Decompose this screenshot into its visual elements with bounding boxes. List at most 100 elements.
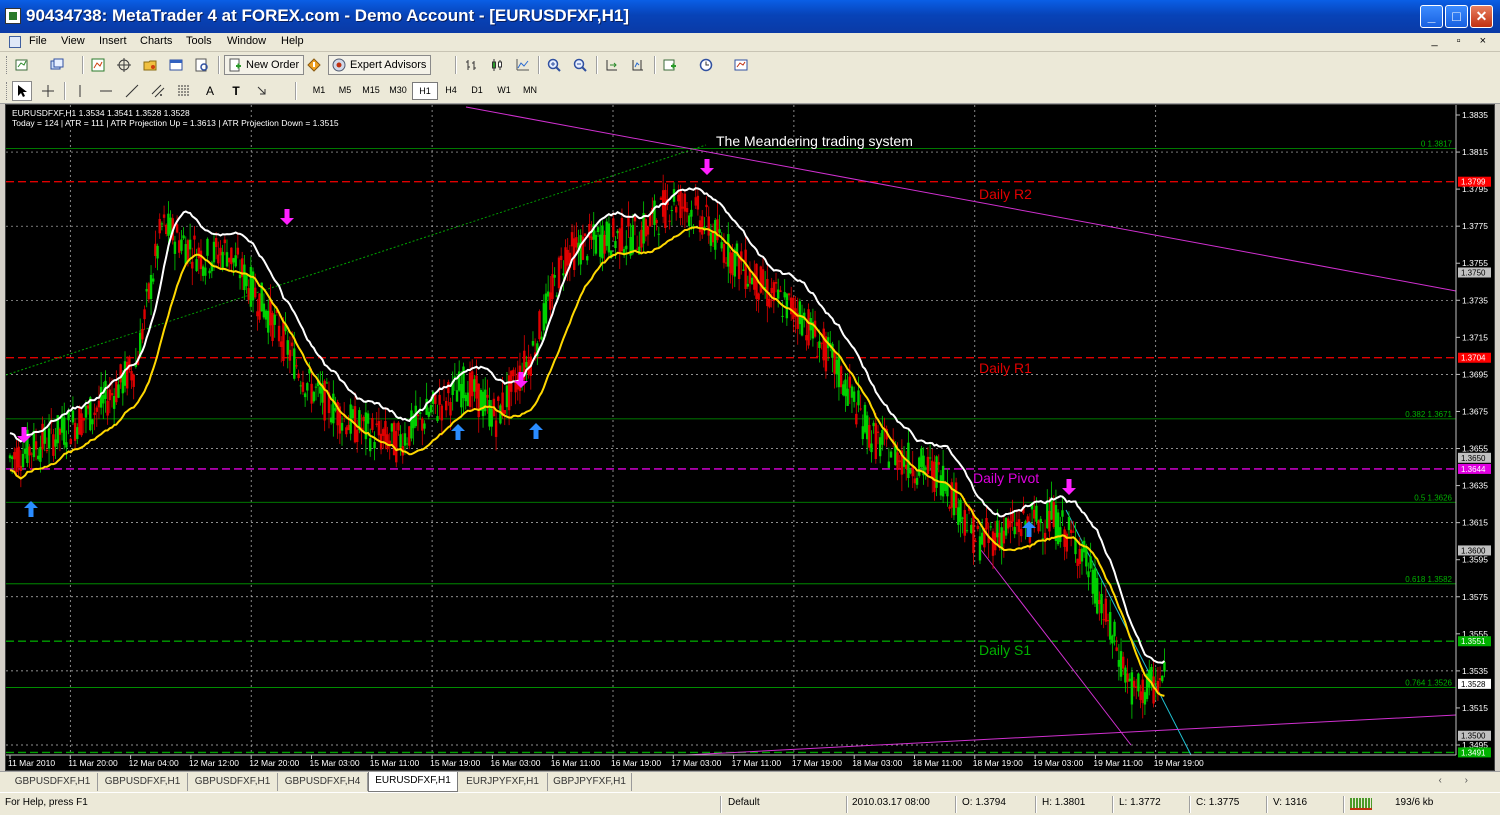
bar-chart-button[interactable] [461,55,481,75]
timeframe-m15[interactable]: M15 [358,82,384,100]
candle-body [635,248,639,250]
app-icon[interactable] [5,8,21,24]
arrows-button[interactable] [252,81,284,101]
timeframe-h4[interactable]: H4 [438,82,464,100]
profiles-button[interactable] [47,55,77,75]
trendline-button[interactable] [122,81,142,101]
cursor-button[interactable] [12,81,32,101]
timeframe-h1[interactable]: H1 [412,82,438,100]
tab-scroll-arrows[interactable]: ‹ › [1439,775,1478,786]
timeframe-d1[interactable]: D1 [464,82,490,100]
candle-body [670,210,674,212]
price-chart[interactable]: 0 1.3817 0.382 1.3671 0.5 1.3626 0.618 1.35… [5,105,1494,770]
timeframe-w1[interactable]: W1 [491,82,517,100]
zoom-in-button[interactable] [544,55,564,75]
periods-button[interactable] [696,55,726,75]
candle-body [976,525,980,530]
candle-body [236,247,240,255]
minimize-button[interactable]: _ [1420,5,1443,28]
candle-body [444,400,448,411]
auto-scroll-button[interactable] [602,55,622,75]
text-label-button[interactable]: T [226,81,246,101]
chart-window[interactable]: 0 1.3817 0.382 1.3671 0.5 1.3626 0.618 1.35… [5,104,1495,771]
timeframe-m5[interactable]: M5 [332,82,358,100]
candle-body [440,405,444,421]
menu-insert[interactable]: Insert [99,35,127,47]
strategy-tester-button[interactable] [192,55,212,75]
indicators-button[interactable] [660,55,690,75]
tab-gbpusd-h4[interactable]: GBPUSDFXF,H4 [278,773,368,791]
new-chart-button[interactable] [12,55,42,75]
templates-button[interactable] [731,55,761,75]
candle-body [234,255,237,267]
mdi-window-controls[interactable]: _ ▫ × [1431,35,1494,47]
price-tag-label: 1.3704 [1461,354,1486,363]
candle-body [384,421,387,443]
tab-eurjpy-h1[interactable]: EURJPYFXF,H1 [458,773,548,791]
candlesticks-button[interactable] [487,55,507,75]
traffic: 193/6 kb [1395,797,1434,808]
tab-gbpusd-h1-2[interactable]: GBPUSDFXF,H1 [98,773,188,791]
navigator-button[interactable] [140,55,160,75]
timeframe-m30[interactable]: M30 [385,82,411,100]
horizontal-line-button[interactable] [96,81,116,101]
toolbar-grip[interactable] [6,56,9,74]
candle-body [1152,676,1155,704]
candle-body [683,193,687,212]
channel-button[interactable] [148,81,168,101]
maximize-button[interactable]: □ [1445,5,1468,28]
chart-shift-button[interactable] [628,55,648,75]
text-tool-button[interactable]: A [200,81,220,101]
document-icon[interactable] [9,36,21,48]
candle-body [818,341,821,348]
menu-file[interactable]: File [29,35,47,47]
price-tick-label: 1.3735 [1462,295,1488,305]
line-chart-button[interactable] [513,55,533,75]
tab-gbpjpy-h1[interactable]: GBPJPYFXF,H1 [548,773,632,791]
candle-body [648,215,652,227]
templates-icon [734,59,748,71]
candle-body [1108,612,1112,640]
candle-body [280,341,283,348]
zoom-out-button[interactable] [570,55,590,75]
candle-body [965,530,969,532]
time-tick-label: 15 Mar 11:00 [370,758,420,768]
new-order-label: New Order [246,59,300,71]
tab-eurusd-h1[interactable]: EURUSDFXF,H1 [368,772,458,792]
profile-name[interactable]: Default [728,797,760,808]
candle-body [247,288,250,300]
close-button[interactable]: ✕ [1470,5,1493,28]
new-order-button[interactable]: New Order [224,55,305,75]
candle-body [978,536,982,561]
candle-body [750,277,754,285]
candle-body [839,366,843,388]
menu-help[interactable]: Help [281,35,304,47]
title-bar[interactable]: 90434738: MetaTrader 4 at FOREX.com - De… [0,0,1500,33]
fibonacci-button[interactable] [174,81,194,101]
menu-charts[interactable]: Charts [140,35,172,47]
menu-view[interactable]: View [61,35,85,47]
candle-body [909,469,912,474]
data-window-button[interactable] [114,55,134,75]
candle-body [408,426,411,446]
candle-body [162,214,166,218]
candle-body [564,247,567,275]
market-watch-button[interactable] [88,55,108,75]
tab-gbpusd-h1[interactable]: GBPUSDFXF,H1 [8,773,98,791]
candle-body [147,283,151,300]
crosshair-button[interactable] [38,81,58,101]
menu-window[interactable]: Window [227,35,266,47]
candle-body [17,446,20,468]
terminal-button[interactable] [166,55,186,75]
vertical-line-button[interactable] [70,81,90,101]
candle-body [937,462,940,465]
candle-body [84,405,88,418]
tab-gbpusd-h1-3[interactable]: GBPUSDFXF,H1 [188,773,278,791]
expert-advisors-button[interactable]: Expert Advisors [328,55,432,75]
timeframe-mn[interactable]: MN [517,82,543,100]
candle-body [505,385,509,408]
toolbar-grip[interactable] [6,82,9,100]
menu-tools[interactable]: Tools [186,35,212,47]
metaeditor-button[interactable] [304,55,324,75]
timeframe-m1[interactable]: M1 [306,82,332,100]
